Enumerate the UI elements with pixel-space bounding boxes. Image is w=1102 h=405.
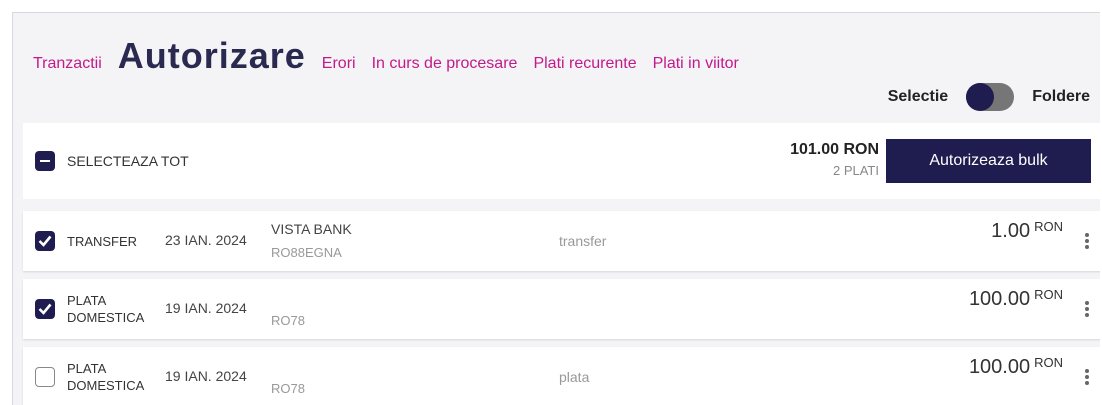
tab-in-curs-de-procesare[interactable]: In curs de procesare <box>372 55 518 73</box>
beneficiary-iban: RO78 <box>271 313 305 328</box>
payment-type: TRANSFER <box>67 234 138 249</box>
beneficiary-name: VISTA BANK <box>271 221 352 237</box>
payment-description: transfer <box>559 233 607 249</box>
payment-date: 19 IAN. 2024 <box>165 300 247 316</box>
payment-row[interactable]: TRANSFER 23 IAN. 2024 VISTA BANK RO88EGN… <box>23 211 1100 271</box>
beneficiary-iban: RO88EGNA <box>271 245 342 260</box>
row-checkbox[interactable] <box>35 299 55 319</box>
row-checkbox[interactable] <box>35 367 55 387</box>
tab-bar: Tranzactii Autorizare Erori In curs de p… <box>33 35 755 77</box>
more-options-icon[interactable] <box>1085 233 1089 251</box>
payment-amount: 100.00 RON <box>968 355 1063 378</box>
view-toggle-row: Selectie Foldere <box>888 83 1090 111</box>
tab-tranzactii[interactable]: Tranzactii <box>33 55 102 73</box>
tab-erori[interactable]: Erori <box>322 55 356 73</box>
select-all-checkbox[interactable] <box>35 151 55 171</box>
payment-row[interactable]: PLATA DOMESTICA 19 IAN. 2024 RO78 plata … <box>23 347 1100 405</box>
payment-date: 23 IAN. 2024 <box>165 232 247 248</box>
row-checkbox[interactable] <box>35 231 55 251</box>
payment-type: PLATA DOMESTICA <box>67 293 145 325</box>
more-options-icon[interactable] <box>1085 301 1089 319</box>
currency: RON <box>1034 287 1063 302</box>
bulk-total: 101.00 RON 2 PLATI <box>790 141 879 178</box>
tab-plati-in-viitor[interactable]: Plati in viitor <box>653 55 739 73</box>
tab-plati-recurente[interactable]: Plati recurente <box>533 55 636 73</box>
check-icon <box>38 235 52 247</box>
payment-row[interactable]: PLATA DOMESTICA 19 IAN. 2024 RO78 100.00… <box>23 279 1100 339</box>
select-all-label: SELECTEAZA TOT <box>67 153 189 169</box>
payment-amount: 100.00 RON <box>968 287 1063 310</box>
payment-type: PLATA DOMESTICA <box>67 361 145 393</box>
indeterminate-icon <box>40 159 50 163</box>
foldere-label: Foldere <box>1032 88 1090 105</box>
currency: RON <box>1034 355 1063 370</box>
check-icon <box>38 303 52 315</box>
payment-date: 19 IAN. 2024 <box>165 368 247 384</box>
select-all: SELECTEAZA TOT <box>35 151 189 171</box>
more-options-icon[interactable] <box>1085 369 1089 387</box>
authorization-panel: Tranzactii Autorizare Erori In curs de p… <box>12 12 1100 405</box>
payment-amount: 1.00 RON <box>991 219 1063 242</box>
view-mode-switch[interactable] <box>966 83 1015 111</box>
beneficiary-iban: RO78 <box>271 381 305 396</box>
bulk-action-bar: SELECTEAZA TOT 101.00 RON 2 PLATI Autori… <box>23 123 1100 199</box>
currency: RON <box>1034 219 1063 234</box>
tab-autorizare[interactable]: Autorizare <box>118 35 306 77</box>
total-count: 2 PLATI <box>832 163 879 178</box>
payment-description: plata <box>559 369 590 385</box>
total-amount: 101.00 RON <box>790 141 879 158</box>
switch-knob <box>966 83 995 111</box>
selectie-label: Selectie <box>887 88 949 105</box>
authorize-bulk-button[interactable]: Autorizeaza bulk <box>886 139 1091 183</box>
